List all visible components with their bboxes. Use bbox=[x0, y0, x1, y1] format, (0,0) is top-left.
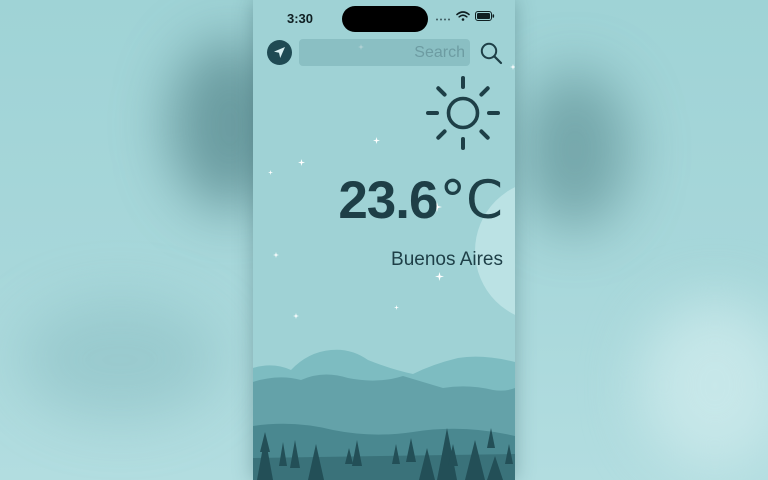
current-location-button[interactable] bbox=[267, 40, 292, 65]
sparkle-star bbox=[435, 272, 444, 281]
sparkle-star bbox=[298, 159, 305, 166]
dynamic-island bbox=[342, 6, 428, 32]
search-input[interactable] bbox=[299, 39, 470, 66]
phone-screen: 3:30 Search 23.6 °C Buenos Aires bbox=[253, 0, 515, 480]
temperature-value: 23.6 bbox=[338, 171, 438, 230]
temperature-unit: °C bbox=[439, 170, 503, 231]
wifi-icon bbox=[456, 11, 470, 21]
sparkle-star bbox=[293, 313, 299, 319]
cellular-signal-icon bbox=[436, 18, 450, 21]
sparkle-star bbox=[273, 252, 279, 258]
background-light-blob bbox=[640, 300, 768, 470]
background-shadow-blob bbox=[520, 70, 630, 230]
battery-icon bbox=[475, 11, 495, 21]
sun-icon bbox=[426, 76, 500, 150]
search-button[interactable] bbox=[477, 38, 505, 68]
magnifying-glass-icon bbox=[480, 42, 503, 65]
sparkle-star bbox=[394, 305, 399, 310]
status-icons bbox=[435, 11, 495, 21]
search-bar-row bbox=[253, 38, 515, 68]
city-name: Buenos Aires bbox=[391, 249, 503, 270]
mountain-landscape-illustration bbox=[253, 349, 515, 480]
background-mid-blob bbox=[20, 300, 220, 420]
status-time: 3:30 bbox=[287, 11, 314, 26]
sparkle-star bbox=[373, 137, 380, 144]
sparkle-star bbox=[268, 170, 273, 175]
temperature-display: 23.6 °C bbox=[338, 170, 503, 231]
status-bar: 3:30 bbox=[253, 0, 515, 36]
location-arrow-icon bbox=[274, 47, 285, 58]
